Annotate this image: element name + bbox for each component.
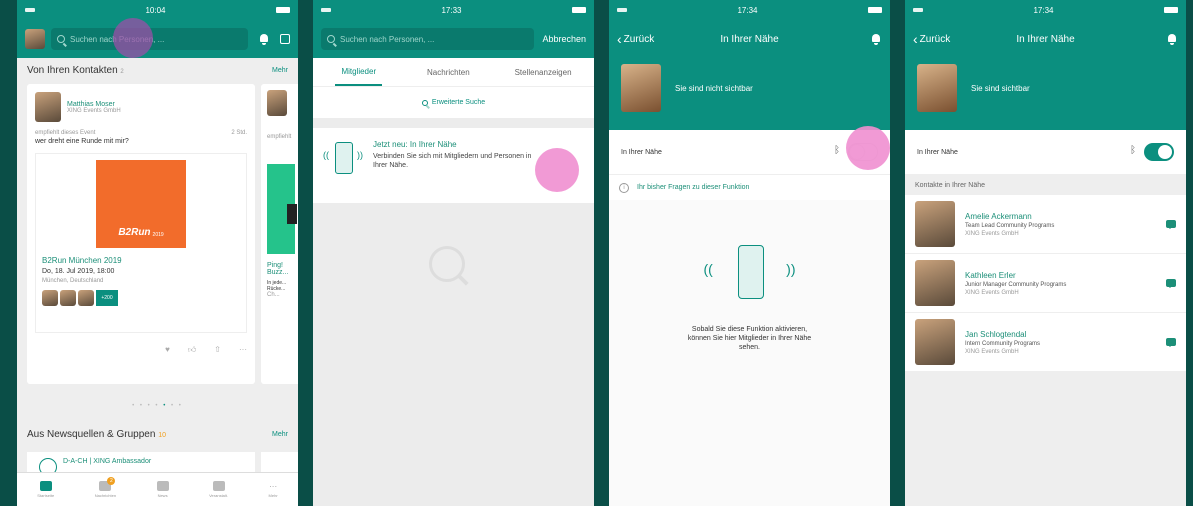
- share-icon[interactable]: ⇧: [214, 345, 221, 355]
- screen-search: 17:33 Suchen nach Personen, ... Abbreche…: [313, 0, 594, 506]
- tab-members[interactable]: Mitglieder: [335, 59, 383, 86]
- search-icon: [57, 35, 65, 43]
- chevron-left-icon: ‹: [913, 31, 918, 47]
- more-link[interactable]: Mehr: [272, 431, 288, 438]
- contact-company: XING Events GmbH: [965, 289, 1019, 296]
- profile-avatar: [917, 64, 957, 112]
- messages-icon: 2: [99, 477, 116, 491]
- screen-home: 10:04 Suchen nach Personen, ... Von Ihre…: [17, 0, 298, 506]
- info-icon: i: [619, 182, 629, 193]
- heart-icon[interactable]: ♥: [165, 345, 170, 355]
- post-text: wer dreht eine Runde mit mir?: [35, 138, 129, 145]
- profile-avatar[interactable]: [25, 29, 45, 49]
- contact-avatar[interactable]: [915, 260, 955, 306]
- tab-jobs[interactable]: Stellenanzeigen: [515, 68, 572, 77]
- bell-icon[interactable]: [258, 33, 270, 45]
- contact-avatar[interactable]: [915, 201, 955, 247]
- header: 10:04 Suchen nach Personen, ...: [17, 0, 298, 58]
- contact-row[interactable]: Jan Schlogtendal Intern Community Program…: [905, 313, 1186, 371]
- contact-name[interactable]: Amelie Ackermann: [965, 212, 1156, 221]
- nearby-toggle-row: In Ihrer Nähe: [905, 130, 1186, 174]
- header: 17:34 ‹ Zurück In Ihrer Nähe Sie sind sic…: [905, 0, 1186, 130]
- contact-row[interactable]: Amelie Ackermann Team Lead Community Prog…: [905, 195, 1186, 253]
- contact-avatar[interactable]: [915, 319, 955, 365]
- navbar: ‹ Zurück In Ihrer Nähe: [905, 20, 1186, 58]
- side-card[interactable]: empfiehlt Ping! Buzz... In jede... Rücke…: [261, 84, 298, 384]
- visibility-banner: Sie sind sichtbar: [905, 58, 1186, 118]
- profile-avatar: [621, 64, 661, 112]
- search-input[interactable]: Suchen nach Personen, ...: [321, 28, 535, 50]
- bluetooth-icon: [1130, 145, 1136, 157]
- navbar: Suchen nach Personen, ... Abbrechen: [313, 20, 594, 58]
- event-image: B2Run 2019: [96, 160, 186, 248]
- more-link[interactable]: Mehr: [272, 67, 288, 74]
- cancel-button[interactable]: Abbrechen: [542, 34, 586, 44]
- contact-company: XING Events GmbH: [965, 230, 1019, 237]
- more-dots-icon: ···: [269, 481, 278, 491]
- advanced-search-button[interactable]: Erweiterte Suche: [313, 86, 594, 118]
- header: 17:34 ‹ Zurück In Ihrer Nähe Sie sind nic…: [609, 0, 890, 130]
- info-row[interactable]: i Ihr bisher Fragen zu dieser Funktion: [609, 174, 890, 200]
- touch-indicator: [113, 18, 153, 58]
- contact-name[interactable]: Jan Schlogtendal: [965, 330, 1156, 339]
- news-icon: [156, 481, 169, 491]
- visibility-banner: Sie sind nicht sichtbar: [609, 58, 890, 118]
- empty-state: (( )) Sobald Sie diese Funktion aktivier…: [609, 245, 890, 352]
- contacts-list: Amelie Ackermann Team Lead Community Prog…: [905, 195, 1186, 371]
- search-icon: [421, 99, 428, 106]
- header: 17:33 Suchen nach Personen, ... Abbreche…: [313, 0, 594, 58]
- event-card[interactable]: B2Run 2019 B2Run München 2019 Do, 18. Ju…: [35, 153, 247, 333]
- contacts-list-header: Kontakte in Ihrer Nähe: [915, 182, 986, 189]
- pager-dots[interactable]: • • • • • • •: [17, 403, 298, 409]
- message-icon[interactable]: [1166, 220, 1176, 229]
- like-icon[interactable]: 👍︎: [188, 345, 196, 355]
- touch-indicator: [846, 126, 890, 170]
- search-tabs: Mitglieder Nachrichten Stellenanzeigen E…: [313, 58, 594, 118]
- contact-role: Team Lead Community Programs: [965, 222, 1055, 229]
- bell-icon[interactable]: [1166, 33, 1178, 45]
- news-section-header: Aus Newsquellen & Gruppen 10 Mehr: [27, 428, 288, 440]
- contacts-section-header: Von Ihren Kontakten 2 Mehr: [27, 64, 288, 76]
- status-bar: 10:04: [17, 0, 298, 20]
- nearby-phone-icon: (( )): [700, 245, 800, 315]
- back-button[interactable]: ‹ Zurück: [617, 31, 654, 47]
- compose-icon[interactable]: [280, 34, 290, 44]
- contact-name[interactable]: Kathleen Erler: [965, 271, 1156, 280]
- event-title[interactable]: B2Run München 2019: [42, 256, 240, 265]
- tab-news[interactable]: News: [156, 481, 169, 498]
- search-icon: [327, 35, 335, 43]
- tab-events[interactable]: Veranstalt.: [209, 481, 228, 498]
- tab-more[interactable]: ··· Mehr: [269, 482, 278, 498]
- screen-nearby-on: 17:34 ‹ Zurück In Ihrer Nähe Sie sind sic…: [905, 0, 1186, 506]
- chevron-left-icon: ‹: [617, 31, 622, 47]
- events-icon: [212, 481, 225, 491]
- more-icon[interactable]: ···: [239, 345, 247, 355]
- post-card[interactable]: Matthias Moser XING Events GmbH empfiehl…: [27, 84, 255, 384]
- back-button[interactable]: ‹ Zurück: [913, 31, 950, 47]
- message-icon[interactable]: [1166, 338, 1176, 347]
- author-avatar[interactable]: [35, 92, 61, 122]
- nearby-toggle[interactable]: [1144, 143, 1174, 161]
- tab-messages[interactable]: Nachrichten: [427, 68, 470, 77]
- tab-messages[interactable]: 2 Nachrichten: [95, 477, 116, 498]
- attendee-list[interactable]: +200: [42, 290, 240, 306]
- tab-bar: Startseite 2 Nachrichten News Veranstalt.…: [17, 472, 298, 506]
- nearby-phone-icon: (( )): [323, 140, 363, 190]
- message-icon[interactable]: [1166, 279, 1176, 288]
- contact-role: Junior Manager Community Programs: [965, 281, 1067, 288]
- home-icon: [39, 481, 52, 491]
- author-name[interactable]: Matthias Moser: [67, 101, 121, 108]
- contact-role: Intern Community Programs: [965, 340, 1041, 347]
- screen-nearby-off: 17:34 ‹ Zurück In Ihrer Nähe Sie sind nic…: [609, 0, 890, 506]
- bluetooth-icon: [834, 145, 840, 157]
- tab-home[interactable]: Startseite: [37, 481, 54, 498]
- bell-icon[interactable]: [870, 33, 882, 45]
- touch-indicator: [535, 148, 579, 192]
- contact-company: XING Events GmbH: [965, 348, 1019, 355]
- navbar: Suchen nach Personen, ...: [17, 20, 298, 58]
- contact-row[interactable]: Kathleen Erler Junior Manager Community P…: [905, 254, 1186, 312]
- navbar: ‹ Zurück In Ihrer Nähe: [609, 20, 890, 58]
